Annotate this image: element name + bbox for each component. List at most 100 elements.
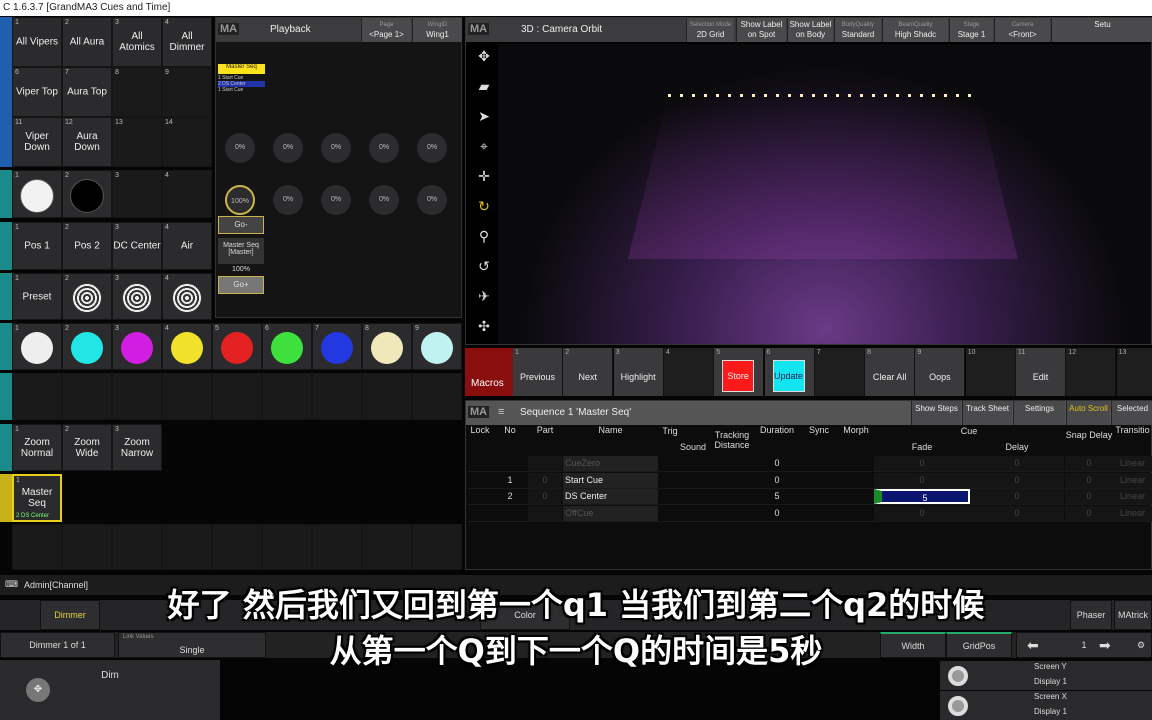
macro-Oops[interactable]: 9 Oops — [915, 348, 966, 396]
empty-pool-cell[interactable] — [112, 373, 162, 420]
group-13[interactable]: 13 — [112, 117, 162, 167]
column-header-fade[interactable]: Fade — [874, 442, 970, 452]
cell-no[interactable]: 2 — [492, 489, 528, 504]
column-header-tracking[interactable]: Tracking Distance — [711, 430, 753, 450]
cell-transition[interactable]: Linear — [1113, 456, 1152, 471]
cell-transition[interactable]: Linear — [1113, 472, 1152, 488]
orbit-icon[interactable]: ↻ — [470, 192, 498, 220]
color-preset-4[interactable]: 4 — [162, 323, 212, 370]
group-11[interactable]: 11 Viper Down — [12, 117, 62, 167]
group-8[interactable]: 8 — [112, 67, 162, 117]
cell-snap[interactable]: 0 — [1065, 505, 1113, 521]
cell-no[interactable]: 1 — [492, 473, 528, 488]
macro-10[interactable]: 10 — [965, 348, 1016, 396]
cell-fade[interactable]: 0 — [874, 505, 970, 521]
playback-knob[interactable]: 0% — [417, 133, 447, 163]
sequence-option-button[interactable]: Settings — [1013, 401, 1065, 425]
empty-pool-cell[interactable] — [12, 373, 62, 420]
sequence-option-button[interactable]: Show Steps — [911, 401, 961, 425]
viewer-option-button[interactable]: BeamQuality High Shadc — [882, 18, 948, 42]
sequence-option-button[interactable]: Auto Scroll — [1066, 401, 1110, 425]
cell-duration[interactable]: 0 — [753, 506, 801, 521]
macro-Previous[interactable]: 1 Previous — [513, 348, 563, 396]
macro-12[interactable]: 12 — [1066, 348, 1117, 396]
cell-name[interactable]: DS Center — [563, 489, 658, 504]
cell-duration[interactable]: 0 — [753, 456, 801, 471]
color-preset-9[interactable]: 9 — [412, 323, 462, 370]
empty-pool-cell[interactable] — [12, 524, 62, 570]
position-preset-3[interactable]: 3 DC Center — [112, 222, 162, 270]
cell-duration[interactable]: 5 — [753, 489, 801, 504]
group-3[interactable]: 3 All Atomics — [112, 17, 162, 67]
column-header-duration[interactable]: Duration — [753, 425, 801, 435]
empty-pool-cell[interactable] — [262, 373, 312, 420]
macro-Next[interactable]: 2 Next — [563, 348, 614, 396]
menu-icon[interactable]: ≡ — [498, 406, 504, 418]
group-1[interactable]: 1 All Vipers — [12, 17, 62, 67]
sequence-pool-1[interactable]: 1 Master Seq 2 DS Center — [12, 474, 62, 522]
beam-preset-1[interactable]: 1 Zoom Normal — [12, 424, 62, 471]
screen-encoder[interactable]: Screen X Display 1 — [940, 691, 1152, 720]
macro-Edit[interactable]: 11 Edit — [1016, 348, 1066, 396]
column-header-name[interactable]: Name — [563, 425, 658, 435]
cell-duration[interactable]: 0 — [753, 473, 801, 488]
cell-transition[interactable]: Linear — [1113, 505, 1152, 521]
column-header-sync[interactable]: Sync — [801, 425, 837, 435]
cell-transition[interactable]: Linear — [1113, 489, 1152, 504]
cell-delay[interactable]: 0 — [970, 456, 1064, 471]
dimmer-preset-1[interactable]: 1 — [12, 170, 62, 218]
color-preset-3[interactable]: 3 — [112, 323, 162, 370]
viewer-option-button[interactable]: Show Label on Body — [787, 18, 833, 42]
empty-pool-cell[interactable] — [162, 524, 212, 570]
viewer-option-button[interactable]: Stage Stage 1 — [949, 18, 993, 42]
group-2[interactable]: 2 All Aura — [62, 17, 112, 67]
position-preset-2[interactable]: 2 Pos 2 — [62, 222, 112, 270]
gobo-preset-3[interactable]: 3 — [112, 273, 162, 320]
position-preset-4[interactable]: 4 Air — [162, 222, 212, 270]
color-preset-7[interactable]: 7 — [312, 323, 362, 370]
empty-pool-cell[interactable] — [262, 524, 312, 570]
cell-snap[interactable]: 0 — [1065, 456, 1113, 471]
column-header-delay[interactable]: Delay — [970, 442, 1064, 452]
gobo-preset-2[interactable]: 2 — [62, 273, 112, 320]
cell-delay[interactable]: 0 — [970, 472, 1064, 488]
sequence-option-button[interactable]: Track Sheet — [962, 401, 1012, 425]
cell-name[interactable]: OffCue — [563, 505, 658, 521]
stage-render[interactable] — [498, 44, 1151, 344]
empty-pool-cell[interactable] — [62, 524, 112, 570]
cell-no[interactable] — [492, 506, 528, 521]
playback-knob[interactable]: 0% — [225, 133, 255, 163]
page-button[interactable]: Page <Page 1> — [361, 18, 411, 42]
empty-pool-cell[interactable] — [212, 373, 262, 420]
empty-pool-cell[interactable] — [312, 524, 362, 570]
group-12[interactable]: 12 Aura Down — [62, 117, 112, 167]
macro-Clear All[interactable]: 8 Clear All — [865, 348, 916, 396]
column-header-sound[interactable]: Sound — [678, 442, 708, 452]
color-preset-8[interactable]: 8 — [362, 323, 412, 370]
macro-Highlight[interactable]: 3 Highlight — [613, 348, 664, 396]
viewer-option-button[interactable]: Selection Mode 2D Grid — [686, 18, 734, 42]
playback-knob[interactable]: 0% — [273, 185, 303, 215]
playback-knob[interactable]: 0% — [321, 185, 351, 215]
target-icon[interactable]: ⌖ — [470, 132, 498, 160]
playback-knob[interactable]: 0% — [417, 185, 447, 215]
go-plus-button[interactable]: Go+ — [218, 276, 264, 294]
color-preset-2[interactable]: 2 — [62, 323, 112, 370]
cell-fade[interactable]: 0 — [874, 456, 970, 471]
dimmer-preset-3[interactable]: 3 — [112, 170, 162, 218]
encoder-knob-icon[interactable]: ✥ — [26, 678, 50, 702]
fly-icon[interactable]: ✈ — [470, 282, 498, 310]
group-14[interactable]: 14 — [162, 117, 212, 167]
color-preset-6[interactable]: 6 — [262, 323, 312, 370]
group-9[interactable]: 9 — [162, 67, 212, 117]
color-preset-5[interactable]: 5 — [212, 323, 262, 370]
empty-pool-cell[interactable] — [212, 524, 262, 570]
color-preset-1[interactable]: 1 — [12, 323, 62, 370]
sequence-option-button[interactable]: Selected — [1111, 401, 1152, 425]
cell-fade[interactable]: 5 — [874, 489, 970, 504]
empty-pool-cell[interactable] — [362, 373, 412, 420]
playback-knob[interactable]: 0% — [369, 133, 399, 163]
column-header-lock[interactable]: Lock — [468, 425, 492, 435]
position-preset-1[interactable]: 1 Pos 1 — [12, 222, 62, 270]
column-header-trig[interactable]: Trig — [660, 426, 680, 436]
